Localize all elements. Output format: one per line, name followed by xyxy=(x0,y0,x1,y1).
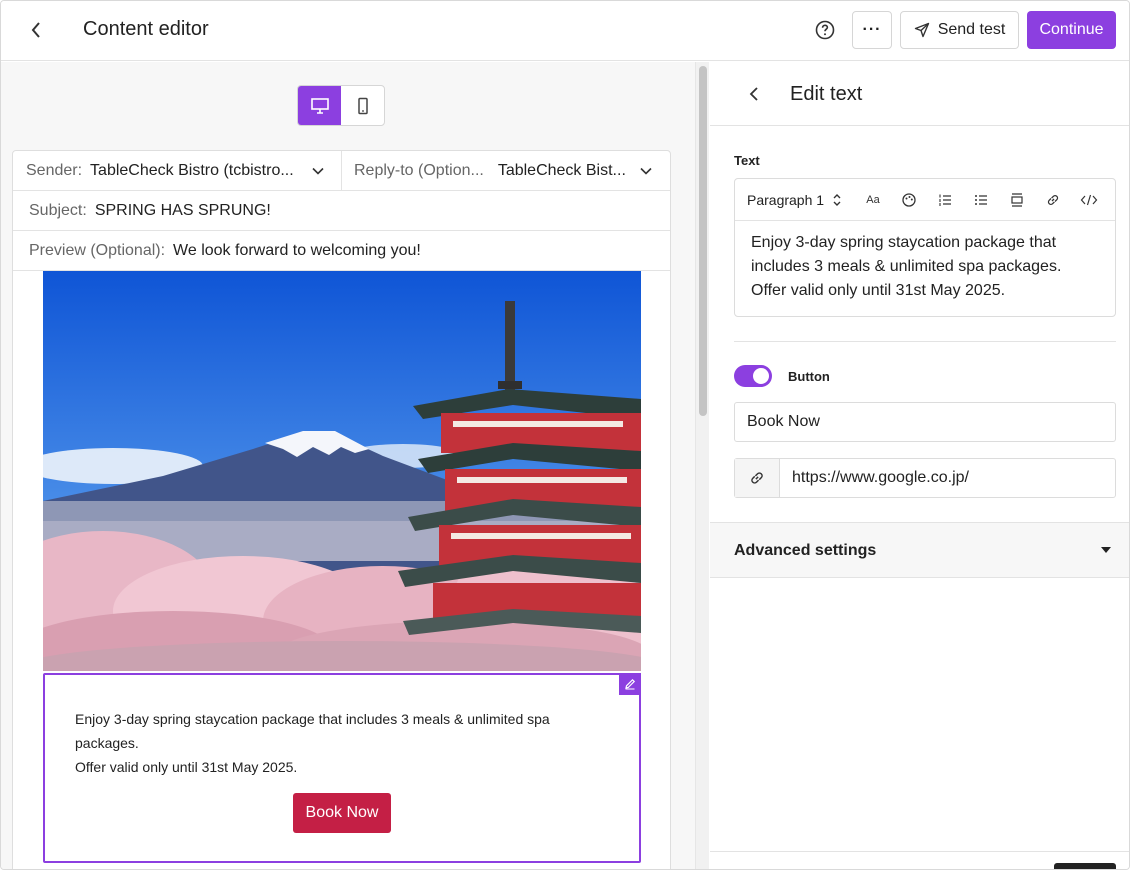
font-size-tool[interactable]: Aa xyxy=(855,184,891,216)
scrollbar-thumb[interactable] xyxy=(699,66,707,416)
panel-footer-button[interactable] xyxy=(1054,863,1116,869)
link-tool[interactable] xyxy=(1035,184,1071,216)
panel-back-button[interactable] xyxy=(740,80,768,108)
chevron-down-icon xyxy=(640,167,652,175)
email-body-text: Enjoy 3-day spring staycation package th… xyxy=(75,707,595,779)
hero-image[interactable] xyxy=(43,271,641,671)
code-icon xyxy=(1080,194,1098,205)
email-card: Sender: TableCheck Bistro (tcbistro... R… xyxy=(12,150,671,869)
reply-to-select[interactable]: Reply-to (Option... TableCheck Bist... xyxy=(342,151,670,191)
edit-block-button[interactable] xyxy=(619,673,641,695)
palette-icon xyxy=(902,192,916,207)
advanced-settings-label: Advanced settings xyxy=(734,542,877,559)
body-line: Enjoy 3-day spring staycation package th… xyxy=(75,711,550,727)
chevron-left-icon xyxy=(31,22,40,38)
body-line: packages. xyxy=(75,735,139,751)
sender-label: Sender: xyxy=(26,162,83,179)
subject-row[interactable]: Subject: SPRING HAS SPRUNG! xyxy=(13,191,670,231)
help-circle-icon xyxy=(815,20,835,40)
rich-text-editor: Paragraph 1 Aa Enjoy 3-day spring stayca… xyxy=(734,178,1116,317)
color-palette-tool[interactable] xyxy=(891,184,927,216)
mobile-icon xyxy=(357,97,368,114)
bullet-list-tool[interactable] xyxy=(963,184,999,216)
up-down-arrows-icon xyxy=(833,193,841,206)
email-preview-area: Sender: TableCheck Bistro (tcbistro... R… xyxy=(1,62,695,869)
preview-row[interactable]: Preview (Optional): We look forward to w… xyxy=(13,231,670,271)
subject-value: SPRING HAS SPRUNG! xyxy=(94,201,271,219)
panel-title: Edit text xyxy=(790,83,863,105)
ordered-list-icon xyxy=(939,194,951,206)
button-section-label: Button xyxy=(788,369,830,384)
send-icon xyxy=(914,22,929,38)
desktop-icon xyxy=(310,97,329,114)
content-line: Enjoy 3-day spring staycation package th… xyxy=(751,234,1057,251)
device-toggle xyxy=(297,85,385,126)
top-bar: Content editor ··· Send test Continue xyxy=(1,1,1129,61)
line-spacing-icon xyxy=(1011,192,1023,207)
toggle-knob xyxy=(753,368,769,384)
reply-to-value: TableCheck Bist... xyxy=(497,162,626,179)
button-url-value: https://www.google.co.jp/ xyxy=(792,469,969,486)
panel-footer-divider xyxy=(710,851,1129,852)
content-editor-window: Content editor ··· Send test Continue Se… xyxy=(0,0,1130,870)
body-line: Offer valid only until 31st May 2025. xyxy=(75,759,298,775)
button-toggle[interactable] xyxy=(734,365,772,387)
chevron-down-icon xyxy=(312,167,324,175)
text-section-label: Text xyxy=(734,153,760,168)
pencil-icon xyxy=(625,678,636,690)
sender-select[interactable]: Sender: TableCheck Bistro (tcbistro... xyxy=(13,151,342,191)
desktop-view-button[interactable] xyxy=(298,86,341,125)
rte-toolbar: Paragraph 1 Aa xyxy=(735,179,1115,221)
back-button[interactable] xyxy=(21,15,51,45)
bullet-list-icon xyxy=(975,194,987,205)
sender-row: Sender: TableCheck Bistro (tcbistro... R… xyxy=(13,151,670,191)
preview-value: We look forward to welcoming you! xyxy=(173,241,421,259)
help-button[interactable] xyxy=(809,14,841,46)
text-block-selected[interactable]: Enjoy 3-day spring staycation package th… xyxy=(43,673,641,863)
line-height-tool[interactable] xyxy=(999,184,1035,216)
paragraph-style-value: Paragraph 1 xyxy=(747,191,825,208)
mobile-view-button[interactable] xyxy=(341,86,384,125)
code-tool[interactable] xyxy=(1071,184,1107,216)
content-line: Offer valid only until 31st May 2025. xyxy=(751,282,1006,299)
chevron-left-icon xyxy=(749,87,758,101)
link-icon xyxy=(751,472,763,484)
rte-content[interactable]: Enjoy 3-day spring staycation package th… xyxy=(751,231,1101,303)
caret-down-icon xyxy=(1101,547,1111,553)
button-url-field[interactable]: https://www.google.co.jp/ xyxy=(734,458,1116,498)
preview-scrollbar[interactable] xyxy=(695,62,709,869)
preview-label: Preview (Optional): xyxy=(29,241,166,259)
sender-value: TableCheck Bistro (tcbistro... xyxy=(90,162,294,179)
url-prefix xyxy=(735,459,780,497)
edit-text-panel: Edit text Text Paragraph 1 Aa Enjoy 3-da… xyxy=(710,62,1129,869)
send-test-button[interactable]: Send test xyxy=(900,11,1019,49)
ordered-list-tool[interactable] xyxy=(927,184,963,216)
content-line: includes 3 meals & unlimited spa package… xyxy=(751,258,1062,275)
book-now-button[interactable]: Book Now xyxy=(293,793,391,833)
continue-button[interactable]: Continue xyxy=(1027,11,1116,49)
advanced-settings-accordion[interactable]: Advanced settings xyxy=(710,522,1129,578)
panel-header: Edit text xyxy=(710,62,1129,126)
send-test-label: Send test xyxy=(937,21,1006,38)
paragraph-style-select[interactable]: Paragraph 1 xyxy=(735,192,855,208)
page-title: Content editor xyxy=(83,18,209,40)
mount-fuji-pagoda-image xyxy=(43,271,641,671)
reply-to-label: Reply-to (Option... xyxy=(354,162,484,179)
subject-label: Subject: xyxy=(29,201,87,219)
link-icon xyxy=(1047,194,1059,205)
button-text-input[interactable]: Book Now xyxy=(734,402,1116,442)
more-options-button[interactable]: ··· xyxy=(852,11,892,49)
divider xyxy=(734,341,1116,342)
